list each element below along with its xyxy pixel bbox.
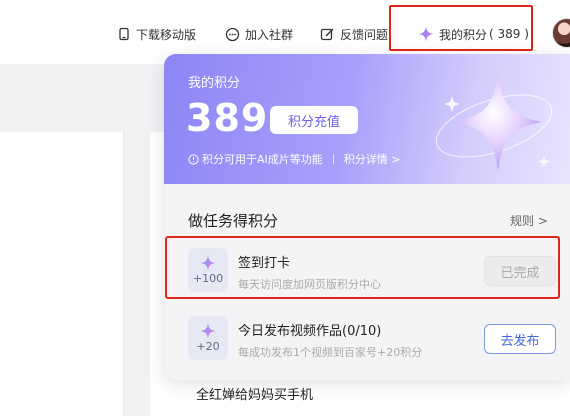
points-highlight-box [389, 5, 533, 51]
task-item-publish-video: +20 今日发布视频作品(0/10) 每成功发布1个视频到百家号+20积分 去发… [176, 308, 558, 366]
info-icon [188, 153, 199, 165]
task-name: 今日发布视频作品(0/10) [238, 324, 382, 339]
sparkle-icon [200, 323, 216, 339]
recharge-button[interactable]: 积分充值 [270, 106, 358, 134]
task-description: 每成功发布1个视频到百家号+20积分 [238, 346, 423, 359]
feedback-label: 反馈问题 [340, 27, 389, 42]
task-reward: +20 [196, 340, 220, 353]
task-reward-badge: +20 [188, 316, 228, 360]
download-mobile-label: 下载移动版 [136, 27, 197, 42]
feedback-link[interactable]: 反馈问题 [320, 24, 388, 44]
join-community-link[interactable]: 加入社群 [225, 24, 293, 44]
points-hero-banner: 我的积分 389 积分充值 积分可用于AI成片等功能 积分详情 > [164, 54, 570, 184]
avatar[interactable] [552, 18, 570, 48]
points-value: 389 [186, 96, 269, 140]
download-mobile-link[interactable]: 下载移动版 [117, 24, 196, 44]
join-community-label: 加入社群 [245, 27, 294, 42]
chat-icon [225, 27, 240, 42]
points-popup-panel: 我的积分 389 积分充值 积分可用于AI成片等功能 积分详情 > 做任务得积分… [164, 54, 570, 380]
checkin-highlight-box [165, 236, 560, 299]
hero-title: 我的积分 [188, 76, 241, 91]
publish-button[interactable]: 去发布 [484, 324, 556, 354]
rules-link[interactable]: 规则 > [510, 212, 548, 229]
background-left-card [0, 132, 124, 416]
note-divider [332, 154, 334, 164]
phone-icon [117, 27, 131, 41]
feed-item-title[interactable]: 全红婵给妈妈买手机 [196, 384, 313, 403]
points-detail-link[interactable]: 积分详情 > [344, 151, 401, 167]
edit-icon [320, 27, 335, 42]
points-note-text: 积分可用于AI成片等功能 [202, 153, 323, 166]
tasks-section-title: 做任务得积分 [188, 212, 279, 230]
points-note: 积分可用于AI成片等功能 积分详情 > [188, 151, 401, 167]
sparkle-star-illustration [435, 74, 553, 172]
